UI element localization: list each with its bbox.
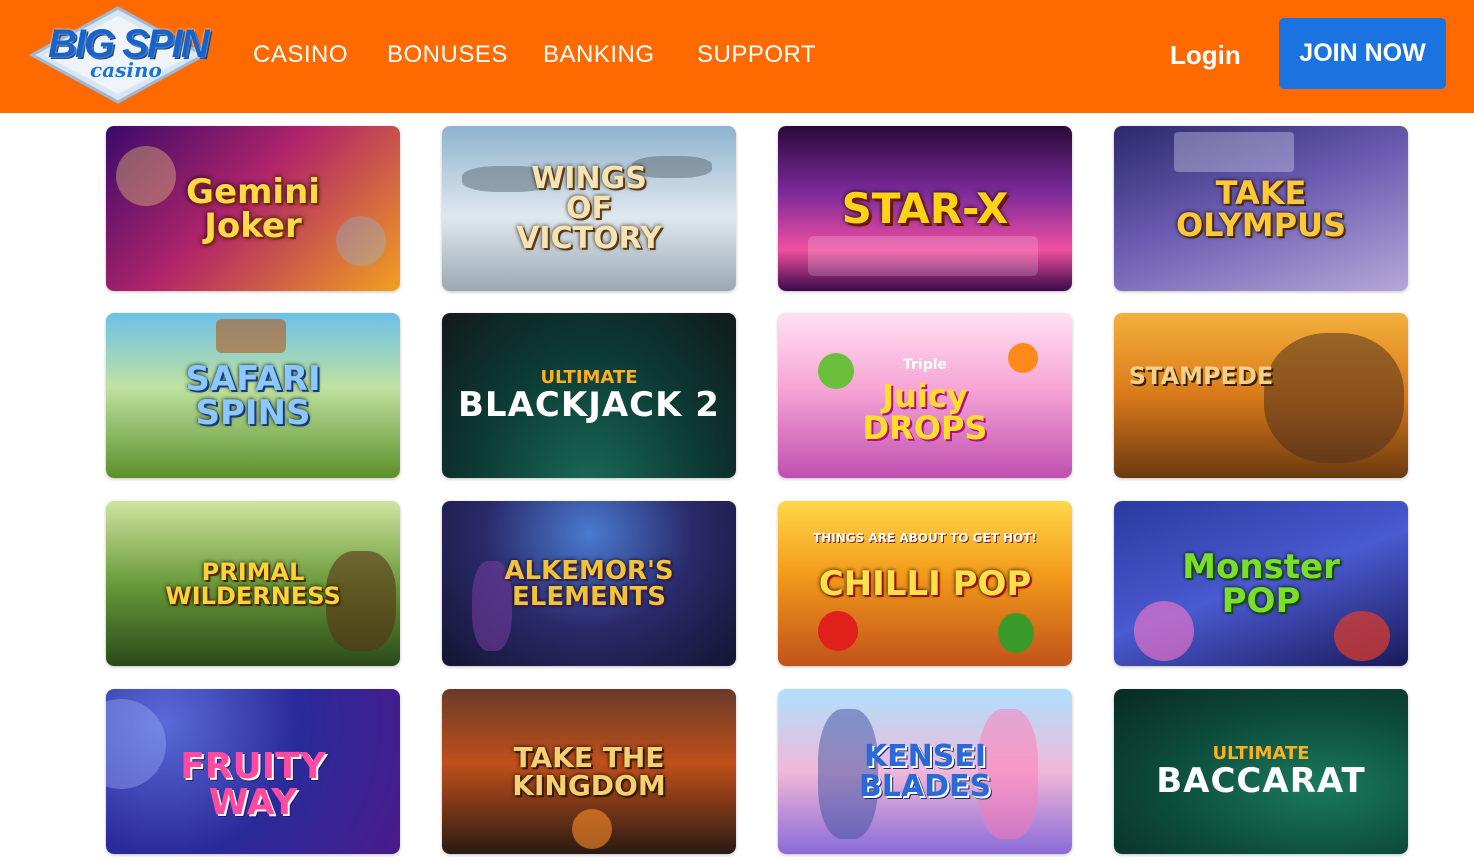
game-title: BLACKJACK 2 (458, 385, 720, 426)
game-tile-chilli-pop[interactable]: THINGS ARE ABOUT TO GET HOT! CHILLI POP (778, 501, 1072, 666)
game-subtitle: Triple (902, 357, 948, 373)
game-tile-stampede[interactable]: STAMPEDE (1114, 313, 1408, 478)
game-tile-triple-juicy-drops[interactable]: Triple Juicy DROPS (778, 313, 1072, 478)
game-tile-ultimate-baccarat[interactable]: ULTIMATE BACCARAT (1114, 689, 1408, 854)
game-title: ALKEMOR'S ELEMENTS (504, 555, 674, 612)
game-title: Monster POP (1182, 546, 1340, 621)
game-tile-gemini-joker[interactable]: Gemini Joker (106, 126, 400, 291)
game-title: KENSEI BLADES (858, 738, 992, 804)
game-grid: Gemini Joker WINGS OF VICTORY STAR-X TAK… (0, 0, 1474, 863)
game-title: CHILLI POP (818, 563, 1032, 604)
game-title: Juicy DROPS (862, 377, 988, 447)
game-tile-fruity-way[interactable]: FRUITY WAY (106, 689, 400, 854)
game-title: BACCARAT (1156, 761, 1366, 802)
game-tile-take-the-kingdom[interactable]: TAKE THE KINGDOM (442, 689, 736, 854)
game-tile-alkemors-elements[interactable]: ALKEMOR'S ELEMENTS (442, 501, 736, 666)
game-title: STAMPEDE (1128, 361, 1274, 390)
game-tile-wings-of-victory[interactable]: WINGS OF VICTORY (442, 126, 736, 291)
game-tile-primal-wilderness[interactable]: PRIMAL WILDERNESS (106, 501, 400, 666)
game-title: WINGS OF VICTORY (516, 160, 662, 256)
game-title: STAR-X (841, 183, 1009, 233)
game-title: FRUITY WAY (180, 745, 326, 823)
game-title: TAKE OLYMPUS (1175, 173, 1347, 244)
game-tile-kensei-blades[interactable]: KENSEI BLADES (778, 689, 1072, 854)
game-tile-star-x[interactable]: STAR-X (778, 126, 1072, 291)
game-title: TAKE THE KINGDOM (512, 740, 666, 802)
game-tile-safari-spins[interactable]: SAFARI SPINS (106, 313, 400, 478)
game-tile-take-olympus[interactable]: TAKE OLYMPUS (1114, 126, 1408, 291)
game-title: Gemini Joker (186, 171, 320, 246)
game-title: PRIMAL WILDERNESS (165, 557, 341, 610)
game-subtitle: THINGS ARE ABOUT TO GET HOT! (813, 531, 1037, 545)
game-title: SAFARI SPINS (185, 358, 321, 433)
game-tile-monster-pop[interactable]: Monster POP (1114, 501, 1408, 666)
game-tile-ultimate-blackjack-2[interactable]: ULTIMATE BLACKJACK 2 (442, 313, 736, 478)
